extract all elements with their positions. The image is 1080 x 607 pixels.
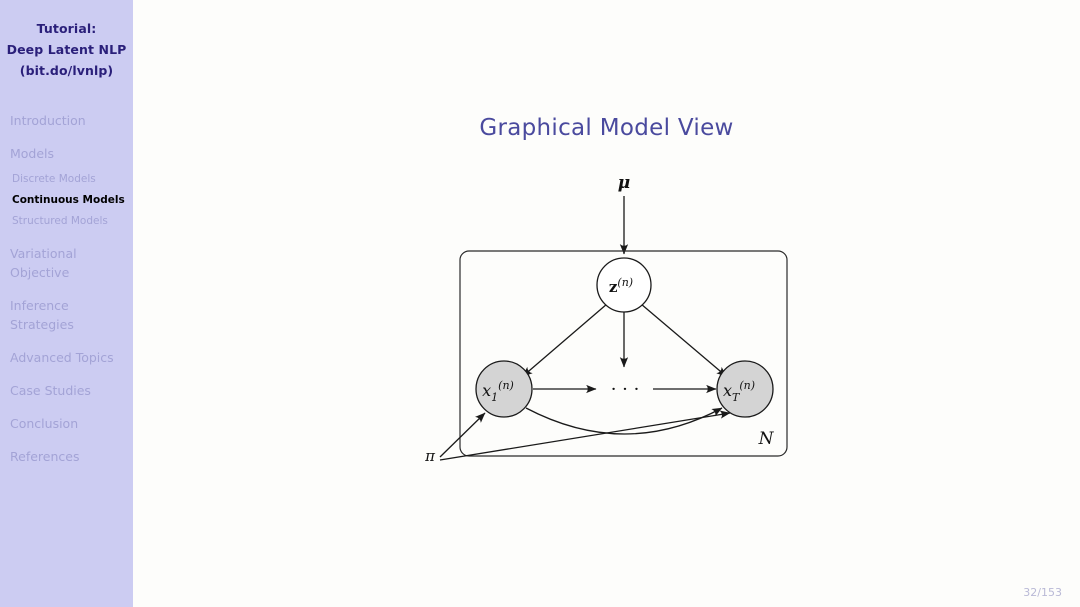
sidebar-item-advanced-topics[interactable]: Advanced Topics xyxy=(10,348,129,367)
page-number: 32/153 xyxy=(1023,586,1062,599)
sidebar-title-line-1: Tutorial: xyxy=(36,21,97,36)
sidebar-item-discrete-models[interactable]: Discrete Models xyxy=(10,169,129,190)
sidebar-item-models[interactable]: Models xyxy=(10,144,129,163)
plate-label: N xyxy=(758,429,775,449)
sidebar-item-structured-models[interactable]: Structured Models xyxy=(10,211,129,232)
sidebar-item-references[interactable]: References xyxy=(10,447,129,466)
node-pi-label: π xyxy=(424,447,436,465)
sidebar-item-inference-strategies[interactable]: Inference Strategies xyxy=(10,296,129,334)
sidebar: Tutorial: Deep Latent NLP (bit.do/lvnlp)… xyxy=(0,0,133,607)
sidebar-nav: Introduction Models Discrete Models Cont… xyxy=(0,111,133,466)
node-ellipsis: · · · xyxy=(611,379,640,400)
sidebar-item-case-studies[interactable]: Case Studies xyxy=(10,381,129,400)
sidebar-item-variational-objective[interactable]: Variational Objective xyxy=(10,244,129,282)
sidebar-item-continuous-models[interactable]: Continuous Models xyxy=(10,190,129,211)
edge-z-to-xT xyxy=(641,304,727,377)
page-title: Graphical Model View xyxy=(479,115,734,141)
sidebar-subitems-models: Discrete Models Continuous Models Struct… xyxy=(10,169,129,232)
sidebar-title-line-2: Deep Latent NLP xyxy=(6,42,127,57)
edge-pi-to-x1 xyxy=(439,412,486,458)
edge-pi-to-xT xyxy=(439,410,731,461)
node-mu-label: μ xyxy=(618,173,630,193)
sidebar-item-conclusion[interactable]: Conclusion xyxy=(10,414,129,433)
sidebar-title-line-3[interactable]: (bit.do/lvnlp) xyxy=(0,60,133,81)
graphical-model-figure: μ N π z(n) x1(n) · · · xT(n) xyxy=(400,155,830,495)
edge-z-to-x1 xyxy=(522,304,607,377)
sidebar-item-introduction[interactable]: Introduction xyxy=(10,111,129,130)
sidebar-title: Tutorial: Deep Latent NLP (bit.do/lvnlp) xyxy=(0,18,133,81)
